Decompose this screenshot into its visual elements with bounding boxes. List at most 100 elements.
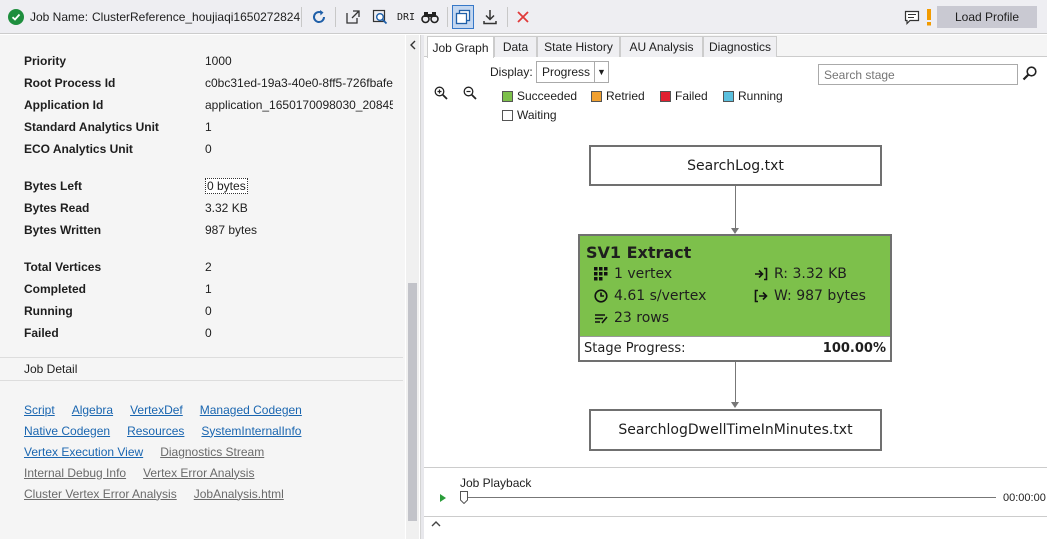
legend-running: Running (723, 89, 783, 103)
refresh-icon[interactable] (308, 0, 330, 34)
property-row: Failed 0 (24, 326, 212, 340)
link-system-internal-info[interactable]: SystemInternalInfo (201, 424, 301, 438)
legend-swatch (502, 109, 513, 121)
stage-node-sv1-extract[interactable]: SV1 Extract 1 vertex 4.61 s/vertex 23 ro… (578, 234, 892, 362)
output-node-searchlog-dwell-time[interactable]: SearchlogDwellTimeInMinutes.txt (589, 409, 882, 451)
graph-edge-arrow (731, 402, 739, 408)
job-name-value: ClusterReference_houjiaqi1650272824 (92, 10, 301, 24)
collapse-left-panel-icon[interactable] (406, 36, 420, 54)
display-dropdown[interactable]: Progress ▼ (536, 61, 609, 83)
display-label: Display: (490, 65, 533, 79)
job-graph-panel: Job Graph Data State History AU Analysis… (424, 35, 1047, 539)
scrollbar-thumb[interactable] (408, 283, 417, 521)
link-internal-debug-info[interactable]: Internal Debug Info (24, 466, 126, 480)
link-managed-codegen[interactable]: Managed Codegen (200, 403, 302, 417)
graph-edge (735, 186, 736, 228)
download-icon[interactable] (479, 0, 501, 34)
property-row: Completed 1 (24, 282, 212, 296)
rows-icon (595, 314, 608, 324)
close-icon[interactable] (512, 0, 534, 34)
job-name-label: Job Name: (30, 10, 89, 24)
legend-swatch (502, 90, 513, 102)
tab-data[interactable]: Data (494, 36, 537, 57)
stage-progress-label: Stage Progress: (584, 341, 686, 356)
link-native-codegen[interactable]: Native Codegen (24, 424, 110, 438)
playback-slider-track[interactable] (464, 497, 996, 498)
legend-swatch (591, 90, 602, 102)
stage-vertices: 1 vertex (594, 266, 672, 282)
property-row: Total Vertices 2 (24, 260, 212, 274)
feedback-icon[interactable] (901, 0, 923, 34)
property-row: Priority 1000 (24, 54, 232, 68)
tab-state-history[interactable]: State History (537, 36, 620, 57)
input-node-searchlog[interactable]: SearchLog.txt (589, 145, 882, 186)
link-vertex-error-analysis[interactable]: Vertex Error Analysis (143, 466, 254, 480)
chevron-up-icon[interactable] (431, 519, 443, 533)
legend-succeeded: Succeeded (502, 89, 577, 103)
link-vertexdef[interactable]: VertexDef (130, 403, 183, 417)
stage-progress-bar: Stage Progress: 100.00% (580, 336, 890, 360)
binoculars-icon[interactable] (419, 0, 441, 34)
load-profile-button[interactable]: Load Profile (937, 6, 1037, 28)
copy-icon[interactable] (452, 5, 474, 29)
legend-swatch (723, 90, 734, 102)
link-resources[interactable]: Resources (127, 424, 184, 438)
job-properties-panel: Priority 1000 Root Process Id c0bc31ed-19a… (0, 35, 405, 539)
tab-job-graph[interactable]: Job Graph (427, 36, 494, 58)
zoom-out-icon[interactable] (462, 85, 478, 101)
stage-rows: 23 rows (594, 310, 669, 326)
playback-time: 00:00:00 (1003, 492, 1046, 504)
link-job-analysis-html[interactable]: JobAnalysis.html (194, 487, 284, 501)
stage-write: W: 987 bytes (754, 288, 866, 304)
bytes-left-value[interactable]: 0 bytes (205, 178, 248, 194)
stage-title: SV1 Extract (586, 243, 692, 262)
property-row: Standard Analytics Unit 1 (24, 120, 212, 134)
link-diagnostics-stream[interactable]: Diagnostics Stream (160, 445, 264, 459)
job-detail-header[interactable]: Job Detail (0, 357, 403, 381)
read-icon (755, 267, 768, 281)
tab-strip: Job Graph Data State History AU Analysis… (424, 35, 1047, 58)
legend-swatch (660, 90, 671, 102)
property-row: Bytes Left 0 bytes (24, 178, 248, 194)
link-cluster-vertex-error-analysis[interactable]: Cluster Vertex Error Analysis (24, 487, 177, 501)
play-icon[interactable] (439, 492, 449, 504)
job-playback-label: Job Playback (460, 476, 532, 490)
job-toolbar: Job Name: ClusterReference_houjiaqi16502… (0, 0, 1047, 34)
property-row: Bytes Written 987 bytes (24, 223, 258, 237)
playback-slider-thumb[interactable] (460, 491, 468, 505)
legend-failed: Failed (660, 89, 708, 103)
legend-retried: Retried (591, 89, 645, 103)
dri-icon[interactable]: DRI (395, 0, 417, 34)
job-detail-links-row: Internal Debug Info Vertex Error Analysi… (24, 462, 271, 483)
vertices-grid-icon (594, 267, 608, 281)
display-dropdown-value: Progress (542, 65, 591, 79)
legend-waiting: Waiting (502, 108, 557, 122)
find-job-icon[interactable] (369, 0, 391, 34)
graph-edge (735, 362, 736, 402)
property-row: Root Process Id c0bc31ed-19a3-40e0-8ff5-7… (24, 76, 393, 90)
stage-progress-value: 100.00% (822, 341, 886, 356)
left-panel-scrollbar[interactable] (406, 35, 419, 539)
tab-diagnostics[interactable]: Diagnostics (703, 36, 777, 57)
warning-icon[interactable] (923, 0, 935, 34)
chevron-down-icon: ▼ (594, 62, 608, 82)
zoom-in-icon[interactable] (433, 85, 449, 101)
property-row: Running 0 (24, 304, 212, 318)
property-row: ECO Analytics Unit 0 (24, 142, 212, 156)
job-detail-links-row: Cluster Vertex Error Analysis JobAnalysi… (24, 483, 301, 504)
open-external-icon[interactable] (342, 0, 364, 34)
stage-read: R: 3.32 KB (754, 266, 847, 282)
status-ok-icon (6, 0, 26, 34)
link-algebra[interactable]: Algebra (72, 403, 113, 417)
link-vertex-execution-view[interactable]: Vertex Execution View (24, 445, 143, 459)
job-detail-links-row: Vertex Execution View Diagnostics Stream (24, 441, 281, 462)
link-script[interactable]: Script (24, 403, 55, 417)
write-icon (754, 289, 768, 303)
search-stage-input[interactable] (818, 64, 1018, 85)
property-row: Bytes Read 3.32 KB (24, 201, 248, 215)
tab-au-analysis[interactable]: AU Analysis (620, 36, 703, 57)
search-icon[interactable] (1022, 65, 1038, 83)
job-detail-links-row: Native Codegen Resources SystemInternalI… (24, 420, 318, 441)
clock-icon (594, 289, 608, 303)
job-detail-links-row: Script Algebra VertexDef Managed Codegen (24, 399, 319, 420)
